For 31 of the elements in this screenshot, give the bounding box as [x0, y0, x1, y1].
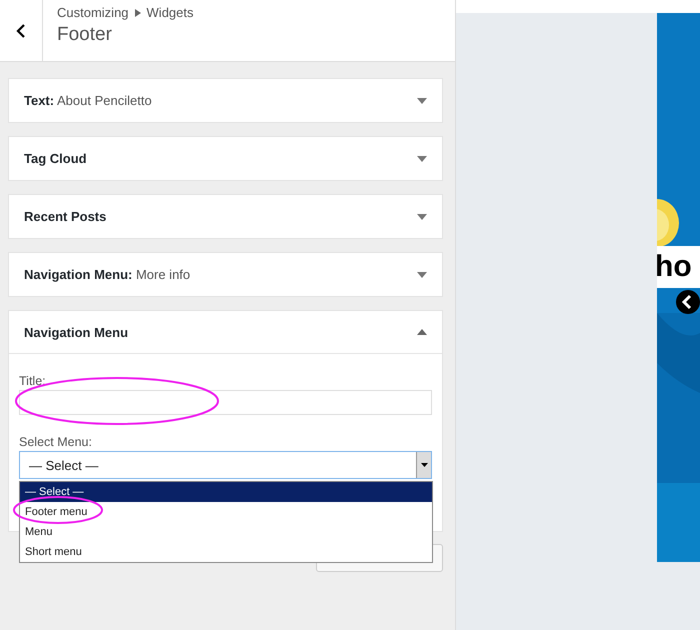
- chevron-left-icon: [16, 22, 26, 38]
- field-label: Select Menu:: [19, 435, 93, 449]
- breadcrumb-item: Widgets: [146, 5, 194, 20]
- widget-title: Text: About Penciletto: [24, 93, 152, 108]
- triangle-down-icon: [417, 272, 427, 278]
- triangle-down-icon: [417, 98, 427, 104]
- widget-header[interactable]: Navigation Menu: More info: [9, 253, 442, 296]
- triangle-down-icon: [417, 214, 427, 220]
- breadcrumb-item: Customizing: [57, 5, 129, 20]
- caret-icon: [420, 463, 428, 467]
- dropdown-option[interactable]: Footer menu: [20, 502, 432, 522]
- widget-title: Navigation Menu: More info: [24, 267, 190, 282]
- menu-dropdown[interactable]: — Select —: [19, 451, 432, 479]
- input-field[interactable]: [19, 390, 432, 415]
- triangle-down-icon: [417, 156, 427, 162]
- triangle-up-icon: [417, 329, 427, 335]
- widget-header[interactable]: Navigation Menu: [9, 311, 442, 354]
- widget-header[interactable]: Tag Cloud: [9, 137, 442, 180]
- preview-heading: ho: [657, 249, 693, 285]
- widget-title: Tag Cloud: [24, 151, 87, 166]
- widget-header[interactable]: Text: About Penciletto: [9, 79, 442, 122]
- previous-button[interactable]: [675, 289, 700, 315]
- section-title: Footer: [57, 24, 113, 46]
- triangle-right-icon: [134, 8, 141, 16]
- widget-title: Recent Posts: [24, 209, 106, 224]
- dropdown-option[interactable]: Menu: [20, 522, 432, 542]
- widget-header[interactable]: Recent Posts: [9, 195, 442, 238]
- dropdown-option[interactable]: — Select —: [20, 482, 432, 502]
- field-label: Title:: [19, 374, 47, 388]
- dropdown-option[interactable]: Short menu: [20, 542, 432, 562]
- widget-title: Navigation Menu: [24, 324, 128, 340]
